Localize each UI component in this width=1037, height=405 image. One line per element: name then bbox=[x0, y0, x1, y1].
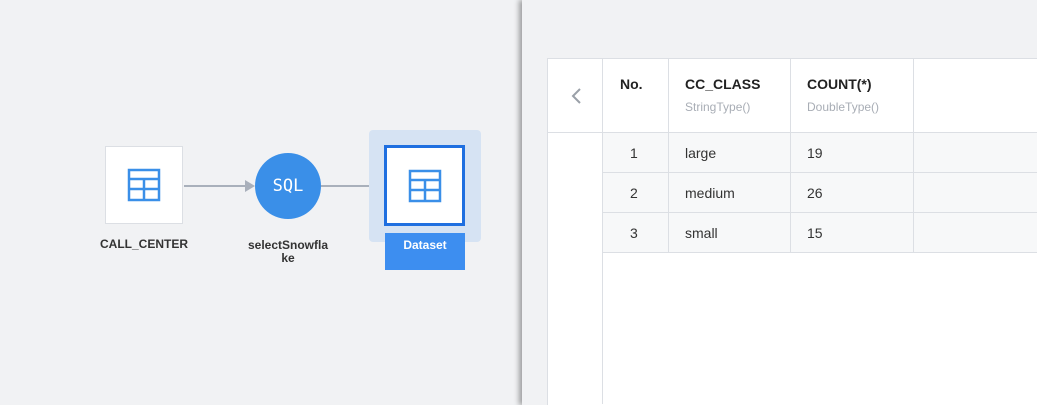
count-cell: 15 bbox=[791, 213, 914, 252]
count-value: 26 bbox=[807, 185, 823, 201]
cc-class-value: medium bbox=[685, 185, 735, 201]
cc-class-cell: small bbox=[669, 213, 791, 252]
sql-node[interactable]: SQL bbox=[255, 153, 321, 219]
column-header-no[interactable]: No. bbox=[603, 59, 669, 132]
row-number: 2 bbox=[630, 185, 638, 201]
column-name: No. bbox=[620, 76, 643, 92]
table-icon bbox=[408, 169, 441, 202]
row-number-cell: 2 bbox=[603, 173, 669, 212]
column-name: CC_CLASS bbox=[685, 76, 761, 92]
column-type: DoubleType() bbox=[807, 100, 880, 114]
call-center-label: CALL_CENTER bbox=[99, 237, 188, 251]
sql-node-label-line2: ke bbox=[281, 251, 295, 265]
count-value: 19 bbox=[807, 145, 823, 161]
connector-arrow-head bbox=[245, 180, 255, 192]
row-number: 3 bbox=[630, 225, 638, 241]
cc-class-cell: medium bbox=[669, 173, 791, 212]
chevron-left-icon bbox=[571, 87, 581, 104]
grid-empty-area bbox=[603, 253, 1037, 404]
count-value: 15 bbox=[807, 225, 823, 241]
data-preview-panel: No. CC_CLASS StringType() COUNT(*) Doubl… bbox=[522, 0, 1037, 405]
row-number: 1 bbox=[630, 145, 638, 161]
dataset-node[interactable] bbox=[384, 145, 465, 226]
grid-nav-column bbox=[548, 59, 603, 404]
table-row[interactable]: 1 large 19 bbox=[603, 133, 1037, 173]
sql-badge: SQL bbox=[272, 176, 304, 196]
cc-class-value: large bbox=[685, 145, 717, 161]
dataset-label: Dataset bbox=[385, 233, 465, 270]
cc-class-value: small bbox=[685, 225, 718, 241]
table-row[interactable]: 3 small 15 bbox=[603, 213, 1037, 253]
column-header-count[interactable]: COUNT(*) DoubleType() bbox=[791, 59, 914, 132]
count-cell: 19 bbox=[791, 133, 914, 172]
back-button[interactable] bbox=[548, 59, 603, 133]
row-number-cell: 3 bbox=[603, 213, 669, 252]
table-icon bbox=[127, 168, 161, 202]
column-type: StringType() bbox=[685, 100, 751, 114]
column-header-cc-class[interactable]: CC_CLASS StringType() bbox=[669, 59, 791, 132]
row-number-cell: 1 bbox=[603, 133, 669, 172]
grid-header-row: No. CC_CLASS StringType() COUNT(*) Doubl… bbox=[603, 59, 1037, 133]
call-center-node[interactable] bbox=[105, 146, 183, 224]
connector-line bbox=[321, 185, 376, 187]
sql-node-label: selectSnowfla ke bbox=[240, 239, 336, 265]
cc-class-cell: large bbox=[669, 133, 791, 172]
count-cell: 26 bbox=[791, 173, 914, 212]
connector-line bbox=[184, 185, 247, 187]
flow-canvas: CALL_CENTER SQL selectSnowfla ke Dataset bbox=[0, 0, 522, 405]
data-grid: No. CC_CLASS StringType() COUNT(*) Doubl… bbox=[547, 58, 1037, 405]
column-name: COUNT(*) bbox=[807, 76, 872, 92]
table-row[interactable]: 2 medium 26 bbox=[603, 173, 1037, 213]
